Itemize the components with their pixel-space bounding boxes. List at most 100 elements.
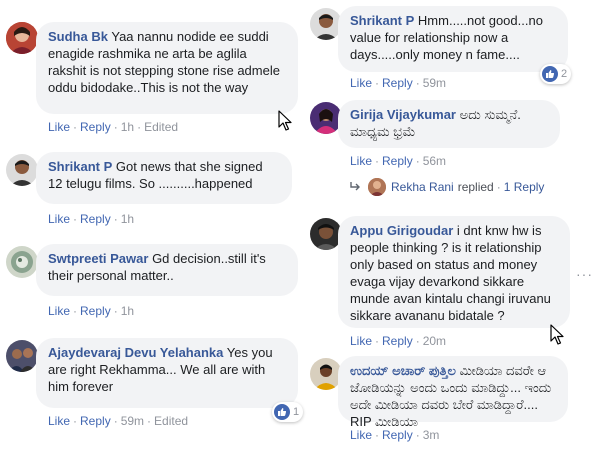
- like-link[interactable]: Like: [48, 212, 70, 226]
- comment-bubble: Shrikant P Hmm.....not good...no value f…: [338, 6, 568, 72]
- comment-actions: Like · Reply · 1h: [48, 304, 134, 318]
- comment-actions: Like · Reply · 1h: [48, 212, 134, 226]
- separator-dot: ·: [113, 120, 118, 134]
- like-link[interactable]: Like: [350, 334, 372, 348]
- reply-link[interactable]: Reply: [382, 334, 413, 348]
- separator-dot: ·: [375, 154, 380, 168]
- reply-count-link[interactable]: 1 Reply: [504, 180, 545, 194]
- reply-link[interactable]: Reply: [80, 414, 111, 428]
- replied-label: replied: [457, 180, 494, 194]
- comment-author[interactable]: Swtpreeti Pawar: [48, 251, 148, 266]
- comment-bubble: Appu Girigoudar i dnt knw hw is people t…: [338, 216, 570, 328]
- comment-sudha-bk: Sudha Bk Yaa nannu nodide ee suddi enagi…: [0, 0, 300, 140]
- reply-link[interactable]: Reply: [382, 76, 413, 90]
- thumbs-up-icon: [274, 404, 290, 420]
- comment-actions: Like · Reply · 1h · Edited: [48, 120, 178, 134]
- avatar-image: [6, 340, 38, 372]
- reaction-count: 2: [561, 68, 568, 80]
- mouse-cursor-icon: [550, 324, 564, 345]
- replies-summary[interactable]: Rekha Rani replied · 1 Reply: [350, 178, 544, 196]
- separator-dot: ·: [496, 180, 501, 194]
- comment-actions: Like · Reply · 20m: [350, 334, 446, 348]
- comment-bubble: Shrikant P Got news that she signed 12 t…: [36, 152, 292, 204]
- comment-author[interactable]: Ajaydevaraj Devu Yelahanka: [48, 345, 223, 360]
- separator-dot: ·: [137, 120, 142, 134]
- comment-bubble: Swtpreeti Pawar Gd decision..still it's …: [36, 244, 298, 296]
- comment-actions: Like · Reply · 3m: [350, 428, 439, 442]
- like-link[interactable]: Like: [350, 76, 372, 90]
- comment-time[interactable]: 59m: [121, 414, 144, 428]
- comment-actions: Like · Reply · 59m: [350, 76, 446, 90]
- comment-time[interactable]: 1h: [121, 212, 134, 226]
- avatar[interactable]: [6, 154, 38, 186]
- reply-link[interactable]: Reply: [382, 428, 413, 442]
- comment-time[interactable]: 56m: [423, 154, 446, 168]
- separator-dot: ·: [415, 76, 420, 90]
- separator-dot: ·: [375, 428, 380, 442]
- comment-bubble: Girija Vijaykumar ಅದು ಸುಮ್ಮನೆ. ಮಾಧ್ಯಮ ಭ್…: [338, 100, 560, 148]
- reply-link[interactable]: Reply: [80, 304, 111, 318]
- comment-author[interactable]: Shrikant P: [350, 13, 414, 28]
- separator-dot: ·: [73, 212, 78, 226]
- avatar[interactable]: [6, 246, 38, 278]
- avatar-image: [6, 154, 38, 186]
- comment-actions: Like · Reply · 59m · Edited: [48, 414, 188, 428]
- like-link[interactable]: Like: [350, 154, 372, 168]
- like-link[interactable]: Like: [48, 414, 70, 428]
- separator-dot: ·: [375, 334, 380, 348]
- comment-bubble: ಉದಯ್ ಅಚಾರ್ ಪುತ್ತಿಲ ಮೀಡಿಯಾ ದವರೇ ಆ ಜೋಡಿಯನ್…: [338, 356, 568, 429]
- more-options-icon[interactable]: ···: [576, 266, 593, 282]
- comment-time[interactable]: 3m: [423, 428, 440, 442]
- edited-label[interactable]: Edited: [144, 120, 178, 134]
- comment-time[interactable]: 59m: [423, 76, 446, 90]
- comment-udaya-achar: ಉದಯ್ ಅಚಾರ್ ಪುತ್ತಿಲ ಮೀಡಿಯಾ ದವರೇ ಆ ಜೋಡಿಯನ್…: [300, 354, 600, 450]
- comment-author[interactable]: Shrikant P: [48, 159, 112, 174]
- comment-bubble: Ajaydevaraj Devu Yelahanka Yes you are r…: [36, 338, 298, 408]
- avatar-image: [6, 22, 38, 54]
- comment-time[interactable]: 20m: [423, 334, 446, 348]
- reaction-badge[interactable]: 1: [272, 402, 304, 422]
- avatar-image: [6, 246, 38, 278]
- separator-dot: ·: [73, 414, 78, 428]
- right-comment-column: Shrikant P Hmm.....not good...no value f…: [300, 0, 600, 450]
- separator-dot: ·: [113, 304, 118, 318]
- comment-appu-girigoudar: Appu Girigoudar i dnt knw hw is people t…: [300, 212, 600, 352]
- comment-author[interactable]: ಉದಯ್ ಅಚಾರ್ ಪುತ್ತಿಲ: [350, 363, 456, 378]
- mouse-cursor-icon: [278, 110, 292, 131]
- separator-dot: ·: [375, 76, 380, 90]
- separator-dot: ·: [73, 304, 78, 318]
- reaction-count: 1: [293, 406, 300, 418]
- avatar[interactable]: [6, 340, 38, 372]
- separator-dot: ·: [415, 334, 420, 348]
- like-link[interactable]: Like: [350, 428, 372, 442]
- reply-link[interactable]: Reply: [80, 212, 111, 226]
- comment-actions: Like · Reply · 56m: [350, 154, 446, 168]
- comment-bubble: Sudha Bk Yaa nannu nodide ee suddi enagi…: [36, 22, 298, 114]
- reply-arrow-icon: [350, 180, 362, 194]
- comment-author[interactable]: Sudha Bk: [48, 29, 108, 44]
- reply-link[interactable]: Reply: [80, 120, 111, 134]
- like-link[interactable]: Like: [48, 304, 70, 318]
- comment-author[interactable]: Girija Vijaykumar: [350, 107, 456, 122]
- comment-text: i dnt knw hw is people thinking ? is it …: [350, 223, 551, 323]
- reply-link[interactable]: Reply: [382, 154, 413, 168]
- separator-dot: ·: [415, 428, 420, 442]
- comment-shrikant-p: Shrikant P Got news that she signed 12 t…: [0, 140, 300, 230]
- avatar: [368, 178, 386, 196]
- comment-time[interactable]: 1h: [121, 304, 134, 318]
- comment-swtpreeti-pawar: Swtpreeti Pawar Gd decision..still it's …: [0, 236, 300, 326]
- separator-dot: ·: [415, 154, 420, 168]
- reply-author[interactable]: Rekha Rani: [391, 180, 454, 194]
- comment-ajaydevaraj: Ajaydevaraj Devu Yelahanka Yes you are r…: [0, 330, 304, 450]
- thumbs-up-icon: [542, 66, 558, 82]
- like-link[interactable]: Like: [48, 120, 70, 134]
- comment-author[interactable]: Appu Girigoudar: [350, 223, 453, 238]
- separator-dot: ·: [113, 212, 118, 226]
- separator-dot: ·: [147, 414, 152, 428]
- reaction-badge[interactable]: 2: [540, 64, 572, 84]
- edited-label[interactable]: Edited: [154, 414, 188, 428]
- separator-dot: ·: [113, 414, 118, 428]
- avatar[interactable]: [6, 22, 38, 54]
- comment-time[interactable]: 1h: [121, 120, 134, 134]
- comment-girija-vijaykumar: Girija Vijaykumar ಅದು ಸುಮ್ಮನೆ. ಮಾಧ್ಯಮ ಭ್…: [300, 98, 600, 208]
